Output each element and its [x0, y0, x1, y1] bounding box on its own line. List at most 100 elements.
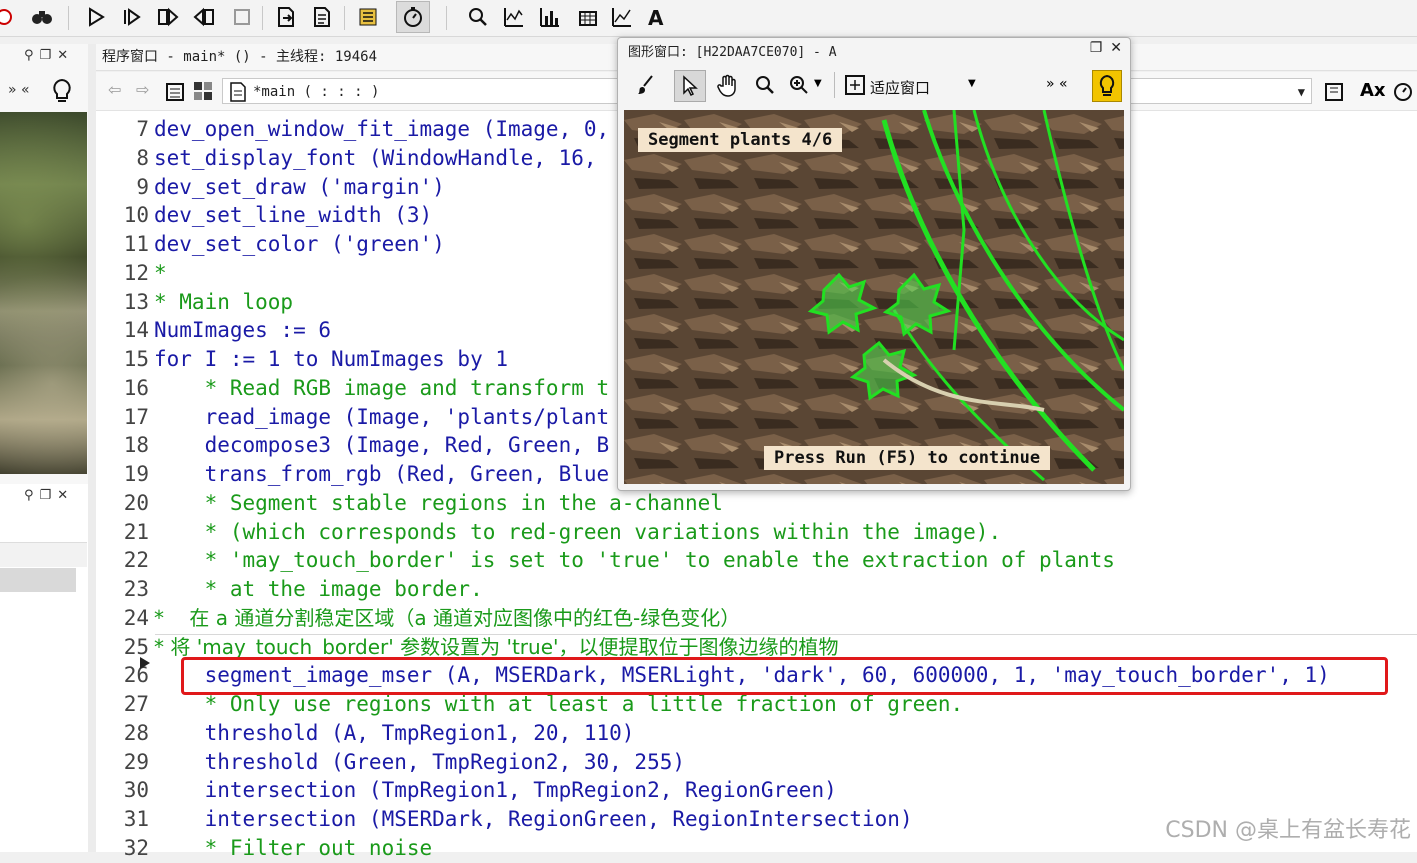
line-number: 10 [123, 203, 149, 228]
list-item-selected[interactable] [0, 568, 76, 592]
line-number: 24 [123, 605, 149, 630]
code-line[interactable]: 24 * 在 a 通道分割稳定区域（a 通道对应图像中的红色-绿色变化） [96, 604, 1417, 633]
binoculars-icon[interactable] [28, 3, 56, 31]
line-number: 13 [123, 289, 149, 314]
line-number: 32 [123, 835, 149, 860]
chevron-down-icon[interactable]: ▼ [814, 78, 822, 89]
stop-icon[interactable] [228, 3, 256, 31]
grid-icon[interactable] [574, 3, 602, 31]
close-icon[interactable]: ✕ [57, 488, 68, 506]
graphics-window-title: 图形窗口: [H22DAA7CE070] - A [628, 45, 837, 60]
clear-format-icon[interactable]: Ax [1360, 80, 1386, 101]
chevron-down-icon[interactable]: ▼ [1298, 79, 1305, 105]
code-line[interactable]: 23 * at the image border. [96, 575, 1417, 604]
line-number: 20 [123, 490, 149, 515]
program-window-title: 程序窗口 - main* () - 主线程: 19464 [102, 49, 378, 65]
svg-text:A: A [648, 6, 664, 28]
forward-icon[interactable]: ⇨ [136, 80, 149, 99]
open-file-icon[interactable] [272, 3, 300, 31]
record-icon[interactable] [0, 3, 18, 31]
run-icon[interactable] [82, 3, 110, 31]
graph-icon[interactable] [608, 3, 636, 31]
line-number: 9 [136, 174, 149, 199]
list-item[interactable] [0, 542, 87, 567]
float-icon[interactable]: ❐ [1090, 40, 1103, 56]
graphics-window[interactable]: 图形窗口: [H22DAA7CE070] - A ❐ ✕ ▼ 适应窗口 ▼ » … [617, 37, 1131, 491]
code-text: * 'may_touch_border' is set to 'true' to… [154, 548, 1115, 573]
zoom-in-icon[interactable] [788, 74, 810, 100]
main-toolbar: A [0, 0, 1417, 37]
grid-view-icon[interactable] [192, 80, 214, 106]
line-number: 23 [123, 577, 149, 601]
continue-prompt-label: Press Run (F5) to continue [764, 446, 1051, 470]
step-out-icon[interactable] [190, 3, 218, 31]
fit-window-icon[interactable] [844, 74, 866, 100]
script-icon[interactable] [308, 3, 336, 31]
graphics-window-controls: ❐ ✕ [1090, 40, 1122, 56]
code-text: threshold (Green, TmpRegion2, 30, 255) [154, 749, 686, 774]
line-number: 18 [123, 433, 149, 458]
brush-icon[interactable] [636, 74, 658, 100]
back-icon[interactable]: ⇦ [108, 80, 121, 99]
timer-icon[interactable] [1392, 80, 1414, 106]
line-number: 21 [123, 519, 149, 544]
line-profile-icon[interactable] [536, 3, 564, 31]
code-line[interactable]: 22 * 'may_touch_border' is set to 'true'… [96, 546, 1417, 575]
step-over-icon[interactable] [118, 3, 146, 31]
line-number: 12 [123, 260, 149, 285]
float-icon[interactable]: ❐ [40, 488, 52, 506]
code-line[interactable]: 20 * Segment stable regions in the a-cha… [96, 489, 1417, 518]
code-text: dev_set_color ('green') [154, 232, 445, 256]
chevron-down-icon[interactable]: ▼ [968, 78, 976, 89]
code-text: threshold (A, TmpRegion1, 20, 110) [154, 720, 635, 745]
code-line[interactable]: 30 intersection (TmpRegion1, TmpRegion2,… [96, 776, 1417, 805]
profiler-icon[interactable] [396, 1, 430, 33]
hand-icon[interactable] [716, 74, 740, 102]
pin-icon[interactable]: ⚲ [24, 48, 34, 66]
clipboard-icon[interactable] [164, 80, 186, 106]
code-text: read_image (Image, 'plants/plant [154, 404, 610, 429]
code-text: decompose3 (Image, Red, Green, B [154, 433, 610, 458]
line-number: 17 [123, 404, 149, 429]
segment-status-label: Segment plants 4/6 [638, 128, 843, 152]
procedure-icon [229, 82, 247, 111]
splitter[interactable] [88, 44, 96, 852]
fit-window-label[interactable]: 适应窗口 [870, 77, 930, 98]
font-icon[interactable]: A [644, 3, 672, 31]
code-line[interactable]: 28 threshold (A, TmpRegion1, 20, 110) [96, 719, 1417, 748]
lightbulb-icon[interactable] [1092, 70, 1122, 102]
panel-controls: ⚲ ❐ ✕ [24, 48, 68, 66]
step-into-icon[interactable] [154, 3, 182, 31]
pointer-tool-button[interactable] [674, 70, 706, 102]
overflow-chevrons[interactable]: » « [8, 82, 30, 98]
segmentation-image[interactable]: Segment plants 4/6 Press Run (F5) to con… [624, 110, 1124, 484]
line-number: 30 [123, 778, 149, 803]
graphics-toolbar: ▼ 适应窗口 ▼ » « [622, 68, 1124, 104]
line-number: 7 [136, 117, 149, 141]
close-icon[interactable]: ✕ [1110, 40, 1122, 56]
code-text: * Filter out noise [154, 835, 433, 860]
line-number: 19 [123, 462, 149, 486]
zoom-icon[interactable] [464, 3, 492, 31]
properties-icon[interactable] [354, 3, 382, 31]
code-text: intersection (TmpRegion1, TmpRegion2, Re… [154, 778, 837, 803]
line-divider [155, 634, 1417, 635]
code-text: dev_set_line_width (3) [154, 203, 433, 228]
procedure-name: *main ( : : : ) [253, 84, 380, 100]
pin-icon[interactable]: ⚲ [24, 488, 34, 506]
code-line[interactable]: 29 threshold (Green, TmpRegion2, 30, 255… [96, 748, 1417, 777]
overflow-chevrons[interactable]: » « [1046, 76, 1068, 92]
lightbulb-icon[interactable] [50, 78, 74, 108]
line-number: 31 [123, 807, 149, 831]
magnifier-icon[interactable] [754, 74, 776, 100]
line-number: 27 [123, 692, 149, 716]
histogram-icon[interactable] [500, 3, 528, 31]
export-icon[interactable] [1324, 80, 1346, 106]
code-text: intersection (MSERDark, RegionGreen, Reg… [154, 807, 913, 831]
float-icon[interactable]: ❐ [40, 48, 52, 66]
code-line[interactable]: 21 * (which corresponds to red-green var… [96, 518, 1417, 547]
code-text: trans_from_rgb (Red, Green, Blue [154, 462, 610, 486]
code-text: * [154, 260, 167, 285]
code-text: * 在 a 通道分割稳定区域（a 通道对应图像中的红色-绿色变化） [154, 605, 741, 630]
close-icon[interactable]: ✕ [57, 48, 68, 66]
